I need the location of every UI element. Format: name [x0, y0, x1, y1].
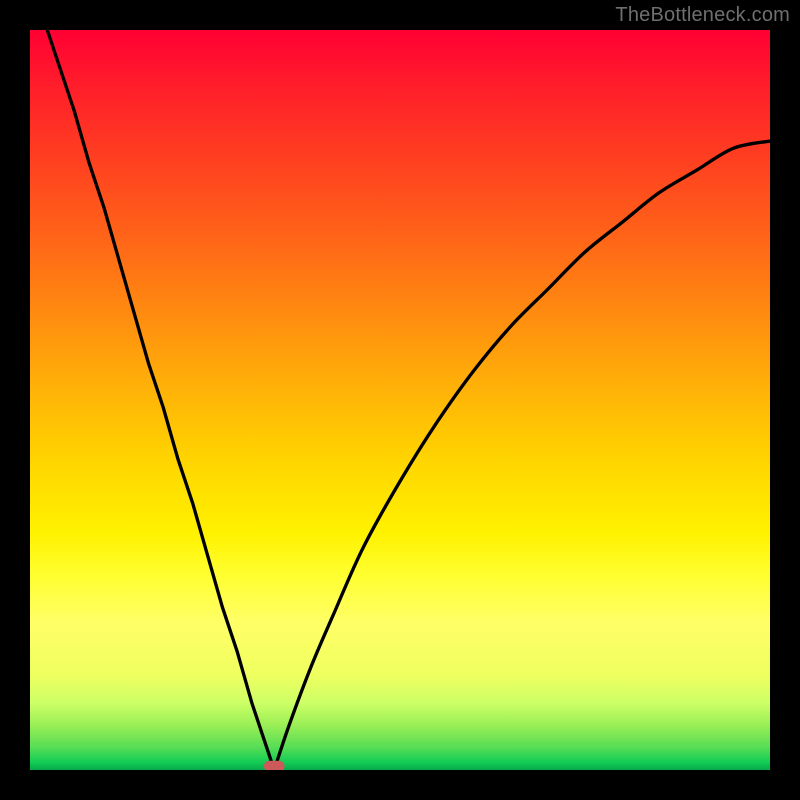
plot-area	[30, 30, 770, 770]
chart-svg	[30, 30, 770, 770]
chart-frame: TheBottleneck.com	[0, 0, 800, 800]
watermark-text: TheBottleneck.com	[615, 4, 790, 27]
optimum-marker	[264, 761, 285, 770]
bottleneck-curve	[45, 30, 770, 770]
